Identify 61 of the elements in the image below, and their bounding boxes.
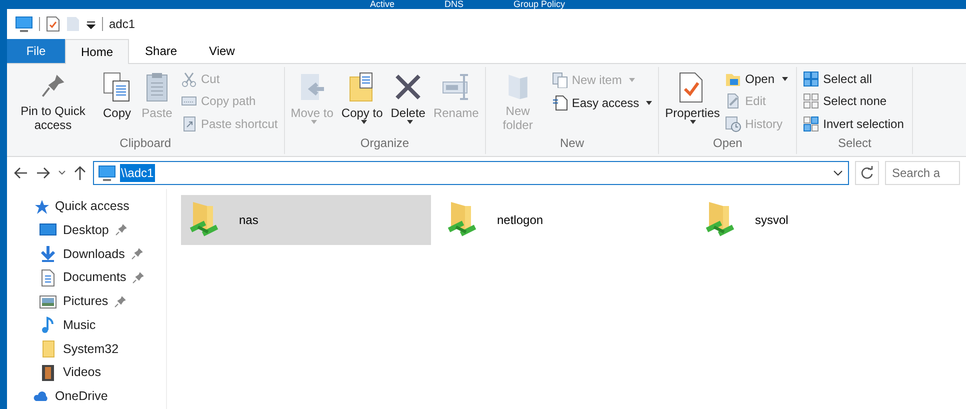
refresh-button[interactable] xyxy=(855,161,879,185)
select-none-icon xyxy=(803,93,820,110)
history-icon xyxy=(725,116,742,132)
file-tab[interactable]: File xyxy=(7,39,65,63)
nav-item[interactable]: Videos xyxy=(63,363,101,382)
nav-item[interactable]: Music xyxy=(63,316,96,335)
group-label: New xyxy=(558,135,585,152)
ribbon-button[interactable]: Copy xyxy=(98,69,136,134)
window-tab-label: Group Policy xyxy=(514,0,566,9)
share-item[interactable]: netlogon xyxy=(439,195,689,245)
nav-item[interactable]: Desktop xyxy=(63,220,109,240)
ribbon-button[interactable]: Open xyxy=(722,69,791,90)
window-tab-label: Active xyxy=(370,0,395,9)
computer-icon xyxy=(15,16,33,32)
ribbon-button[interactable]: Properties xyxy=(662,69,720,134)
back-icon[interactable] xyxy=(13,165,29,181)
ribbon-tab[interactable]: Home xyxy=(65,39,130,64)
ribbon-button[interactable]: Invert selection xyxy=(800,114,907,134)
download-icon xyxy=(39,245,57,264)
nav-item[interactable]: Quick access xyxy=(55,197,130,216)
computer-icon xyxy=(98,165,116,181)
group-label: Open xyxy=(712,135,744,152)
group-label: Organize xyxy=(359,135,410,152)
ribbon-button[interactable]: Pin to Quick access xyxy=(10,69,96,134)
easy-access-icon xyxy=(552,94,568,110)
ribbon-button[interactable]: Select all xyxy=(800,69,907,90)
ribbon-button[interactable]: Select none xyxy=(800,91,907,112)
ribbon-tab[interactable]: View xyxy=(193,39,251,63)
star-icon xyxy=(33,198,49,214)
ribbon-tab[interactable]: Share xyxy=(129,39,194,63)
nav-item[interactable]: Pictures xyxy=(63,292,108,311)
refresh-icon xyxy=(860,166,874,180)
address-field[interactable]: \\adc1 xyxy=(93,161,849,185)
select-all-icon xyxy=(803,71,820,88)
ribbon-button[interactable]: Easy access xyxy=(548,92,656,113)
share-item[interactable]: nas xyxy=(181,195,431,245)
nav-item[interactable]: Documents xyxy=(63,268,126,288)
forward-icon[interactable] xyxy=(35,165,51,181)
ribbon-button[interactable]: Delete xyxy=(388,69,428,134)
invert-selection-icon xyxy=(803,116,820,132)
dropdown-icon[interactable] xyxy=(86,19,96,29)
nav-item[interactable]: Downloads xyxy=(63,244,125,264)
nav-item[interactable]: System32 xyxy=(63,340,119,358)
ribbon-button[interactable]: Copy to xyxy=(338,69,386,134)
search-field[interactable]: Search a xyxy=(885,161,960,185)
share-item[interactable]: sysvol xyxy=(697,195,947,245)
properties-icon[interactable] xyxy=(46,16,60,32)
scissors-icon xyxy=(181,71,197,88)
window-tab-label: DNS xyxy=(444,0,464,9)
group-label: Select xyxy=(836,135,872,152)
window-title: adc1 xyxy=(109,16,136,33)
nav-item[interactable]: OneDrive xyxy=(55,387,108,406)
picture-icon xyxy=(39,292,57,311)
video-icon xyxy=(39,364,57,382)
folder-icon xyxy=(725,71,742,88)
document-icon xyxy=(39,268,57,287)
new-item-icon xyxy=(552,72,568,88)
group-label: Clipboard xyxy=(118,135,172,152)
shortcut-icon xyxy=(181,116,197,132)
up-icon[interactable] xyxy=(73,165,87,181)
edit-icon xyxy=(725,93,742,110)
